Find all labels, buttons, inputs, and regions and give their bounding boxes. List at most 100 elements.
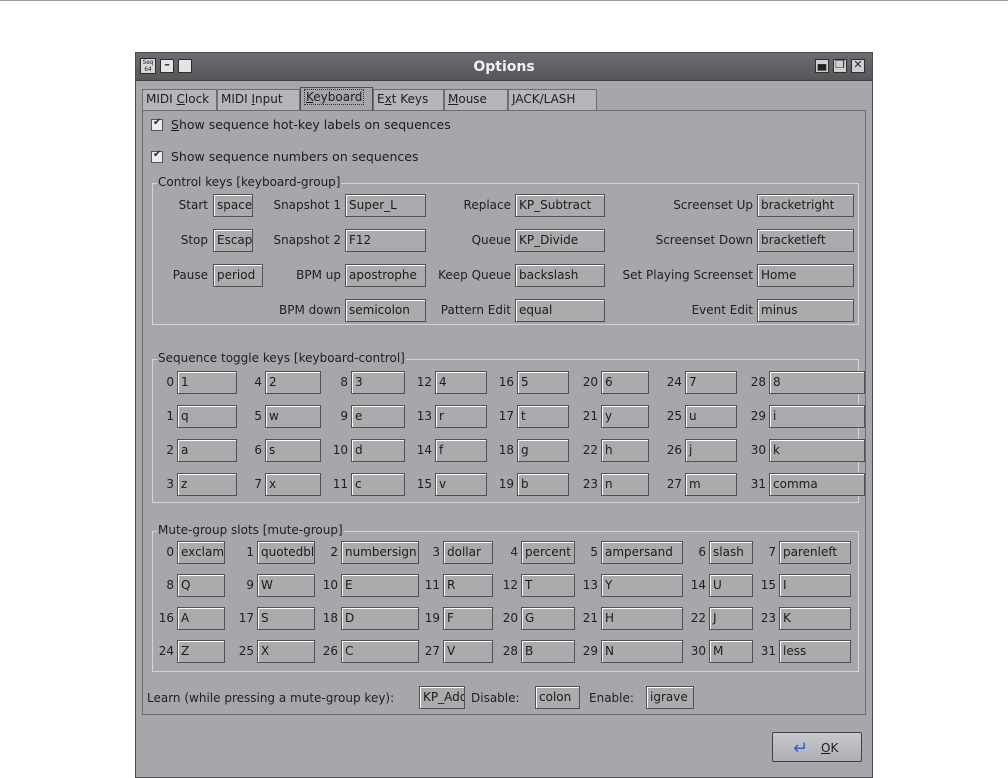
- mute-group-slot-field[interactable]: dollar: [443, 541, 493, 564]
- sequence-toggle-key-field[interactable]: f: [435, 439, 487, 462]
- sequence-toggle-key-field[interactable]: 8: [769, 371, 865, 394]
- sequence-toggle-key-field[interactable]: 6: [601, 371, 649, 394]
- mute-group-slot-field[interactable]: percent: [521, 541, 575, 564]
- tab-midi-clock[interactable]: MIDI Clock: [142, 89, 217, 110]
- mute-group-slot-field[interactable]: H: [601, 607, 683, 630]
- mute-group-slot-field[interactable]: G: [521, 607, 575, 630]
- screenset-up-key-field[interactable]: bracketright: [757, 194, 854, 217]
- sequence-toggle-key-field[interactable]: k: [769, 439, 865, 462]
- sequence-toggle-key-field[interactable]: 2: [265, 371, 321, 394]
- tab-midi-input[interactable]: MIDI Input: [217, 89, 300, 110]
- mute-group-slot-field[interactable]: less: [779, 640, 851, 663]
- mute-group-slot-field[interactable]: I: [779, 574, 851, 597]
- sequence-toggle-key-field[interactable]: u: [685, 405, 737, 428]
- sequence-toggle-key-field[interactable]: a: [177, 439, 237, 462]
- sequence-toggle-key-field[interactable]: n: [601, 473, 649, 496]
- mute-group-slot-field[interactable]: ampersand: [601, 541, 683, 564]
- pattern-edit-key-field[interactable]: equal: [515, 299, 605, 322]
- bpm-up-key-field[interactable]: apostrophe: [345, 264, 426, 287]
- queue-key-field[interactable]: KP_Divide: [515, 229, 605, 252]
- mute-group-slot-field[interactable]: numbersign: [341, 541, 419, 564]
- tab-ext-keys[interactable]: Ext Keys: [373, 89, 444, 110]
- sequence-toggle-key-field[interactable]: d: [351, 439, 405, 462]
- start-key-field[interactable]: space: [213, 194, 253, 217]
- sequence-toggle-key-field[interactable]: j: [685, 439, 737, 462]
- mute-group-slot-field[interactable]: D: [341, 607, 419, 630]
- sequence-toggle-key-field[interactable]: e: [351, 405, 405, 428]
- sequence-toggle-key-field[interactable]: 5: [517, 371, 569, 394]
- mute-group-slot-field[interactable]: parenleft: [779, 541, 851, 564]
- sequence-toggle-key-field[interactable]: q: [177, 405, 237, 428]
- sequence-toggle-key-field[interactable]: 4: [435, 371, 487, 394]
- mute-group-slot-field[interactable]: C: [341, 640, 419, 663]
- mute-group-slot-field[interactable]: B: [521, 640, 575, 663]
- disable-key-field[interactable]: colon: [535, 686, 580, 709]
- sequence-toggle-key-field[interactable]: 3: [351, 371, 405, 394]
- mute-group-slot-label: 2: [330, 545, 338, 559]
- mute-group-slot-field[interactable]: M: [709, 640, 753, 663]
- maximize-button[interactable]: ❐: [833, 58, 847, 73]
- learn-key-field[interactable]: KP_Add: [419, 686, 465, 709]
- mute-group-slot-field[interactable]: J: [709, 607, 753, 630]
- tab-jack-lash[interactable]: JACK/LASH: [508, 89, 597, 110]
- replace-key-field[interactable]: KP_Subtract: [515, 194, 605, 217]
- mute-group-slot-field[interactable]: R: [443, 574, 493, 597]
- mute-group-slot-field[interactable]: U: [709, 574, 753, 597]
- bpm-down-key-field[interactable]: semicolon: [345, 299, 426, 322]
- title-bar[interactable]: Seq 64 – Options ▄ ❐ ✕: [136, 53, 872, 81]
- mute-group-slot-field[interactable]: X: [257, 640, 315, 663]
- mute-group-slot-field[interactable]: Y: [601, 574, 683, 597]
- show-hotkey-labels-checkbox[interactable]: [151, 117, 163, 131]
- tab-keyboard[interactable]: Keyboard: [300, 87, 373, 111]
- mute-group-slot-field[interactable]: Z: [177, 640, 225, 663]
- mute-group-slot-field[interactable]: quotedbl: [257, 541, 315, 564]
- mute-group-slot-field[interactable]: N: [601, 640, 683, 663]
- sequence-toggle-key-field[interactable]: y: [601, 405, 649, 428]
- mute-group-slot-field[interactable]: exclam: [177, 541, 225, 564]
- stop-key-field[interactable]: Escape: [213, 229, 253, 252]
- mute-group-slot-field[interactable]: T: [521, 574, 575, 597]
- sequence-toggle-key-field[interactable]: t: [517, 405, 569, 428]
- sequence-toggle-key-field[interactable]: g: [517, 439, 569, 462]
- event-edit-key-field[interactable]: minus: [757, 299, 854, 322]
- mute-group-slot-field[interactable]: S: [257, 607, 315, 630]
- mute-group-slot-field[interactable]: Q: [177, 574, 225, 597]
- tab-mouse[interactable]: Mouse: [444, 89, 508, 110]
- show-sequence-numbers-checkbox[interactable]: [151, 149, 163, 163]
- sequence-toggle-key-field[interactable]: r: [435, 405, 487, 428]
- sequence-toggle-key-field[interactable]: comma: [769, 473, 865, 496]
- sequence-toggle-key-field[interactable]: h: [601, 439, 649, 462]
- snapshot2-key-field[interactable]: F12: [345, 229, 426, 252]
- minimize-button[interactable]: ▄: [815, 58, 829, 73]
- tab-label: JACK/LASH: [512, 92, 575, 106]
- screenset-down-key-field[interactable]: bracketleft: [757, 229, 854, 252]
- mute-group-slot-field[interactable]: slash: [709, 541, 753, 564]
- set-playing-screenset-key-field[interactable]: Home: [757, 264, 854, 287]
- ok-button[interactable]: ↵ OK: [772, 732, 862, 762]
- enable-key-field[interactable]: igrave: [646, 686, 694, 709]
- bpm-up-label: BPM up: [296, 268, 341, 282]
- sequence-toggle-key-field[interactable]: s: [265, 439, 321, 462]
- mute-group-slot-field[interactable]: E: [341, 574, 419, 597]
- mute-group-slot-field[interactable]: K: [779, 607, 851, 630]
- sequence-toggle-key-field[interactable]: b: [517, 473, 569, 496]
- sequence-toggle-key-field[interactable]: 1: [177, 371, 237, 394]
- keep-queue-key-field[interactable]: backslash: [515, 264, 605, 287]
- sequence-toggle-key-field[interactable]: x: [265, 473, 321, 496]
- window-title: Options: [473, 59, 535, 75]
- sequence-number-label: 4: [254, 375, 262, 389]
- mute-group-slot-field[interactable]: W: [257, 574, 315, 597]
- close-button[interactable]: ✕: [851, 58, 865, 73]
- mute-group-slot-field[interactable]: A: [177, 607, 225, 630]
- sequence-toggle-key-field[interactable]: w: [265, 405, 321, 428]
- sequence-toggle-key-field[interactable]: m: [685, 473, 737, 496]
- sequence-toggle-key-field[interactable]: z: [177, 473, 237, 496]
- sequence-toggle-key-field[interactable]: v: [435, 473, 487, 496]
- sequence-toggle-key-field[interactable]: 7: [685, 371, 737, 394]
- sequence-toggle-key-field[interactable]: c: [351, 473, 405, 496]
- sequence-toggle-key-field[interactable]: i: [769, 405, 865, 428]
- mute-group-slot-field[interactable]: V: [443, 640, 493, 663]
- snapshot1-key-field[interactable]: Super_L: [345, 194, 426, 217]
- mute-group-slot-field[interactable]: F: [443, 607, 493, 630]
- sequence-number-label: 11: [332, 477, 348, 491]
